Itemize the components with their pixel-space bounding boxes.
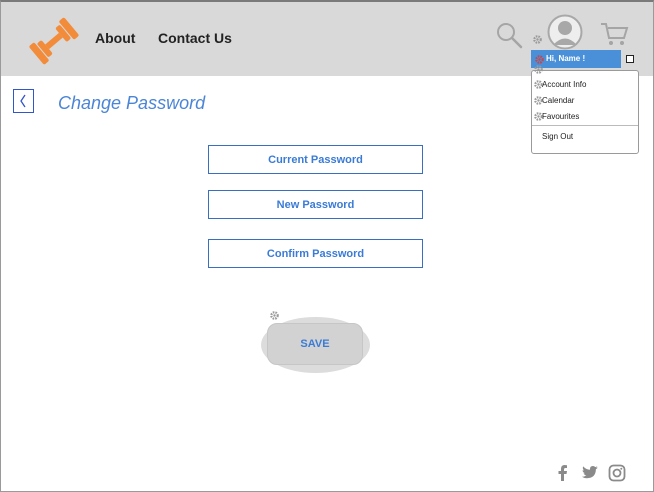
page-title: Change Password [58,93,206,113]
cart-icon[interactable] [599,21,629,47]
nav-contact-us[interactable]: Contact Us [158,30,232,46]
nav-about[interactable]: About [95,30,135,46]
gear-icon [534,80,543,89]
search-icon[interactable] [495,21,523,49]
menu-item-favourites[interactable]: Favourites [542,112,579,121]
gear-icon [534,96,543,105]
menu-item-calendar[interactable]: Calendar [542,96,574,105]
user-menu-dropdown: Account Info Calendar Favourites Sign Ou… [531,70,639,154]
instagram-icon[interactable] [608,464,626,482]
chevron-left-icon [20,94,26,108]
menu-divider [532,125,638,126]
menu-item-sign-out[interactable]: Sign Out [542,132,573,141]
gear-icon [534,112,543,121]
gear-icon [533,35,542,44]
gear-icon [534,65,543,74]
facebook-icon[interactable] [554,464,572,482]
menu-toggle-checkbox[interactable] [626,55,634,63]
new-password-field[interactable]: New Password [208,190,423,219]
save-button[interactable]: SAVE [267,323,363,365]
user-avatar-icon[interactable] [547,14,583,50]
back-button[interactable] [13,89,34,113]
current-password-field[interactable]: Current Password [208,145,423,174]
dumbbell-icon[interactable] [28,16,80,66]
menu-item-account-info[interactable]: Account Info [542,80,586,89]
gear-icon [270,311,279,320]
twitter-icon[interactable] [581,464,599,482]
confirm-password-field[interactable]: Confirm Password [208,239,423,268]
